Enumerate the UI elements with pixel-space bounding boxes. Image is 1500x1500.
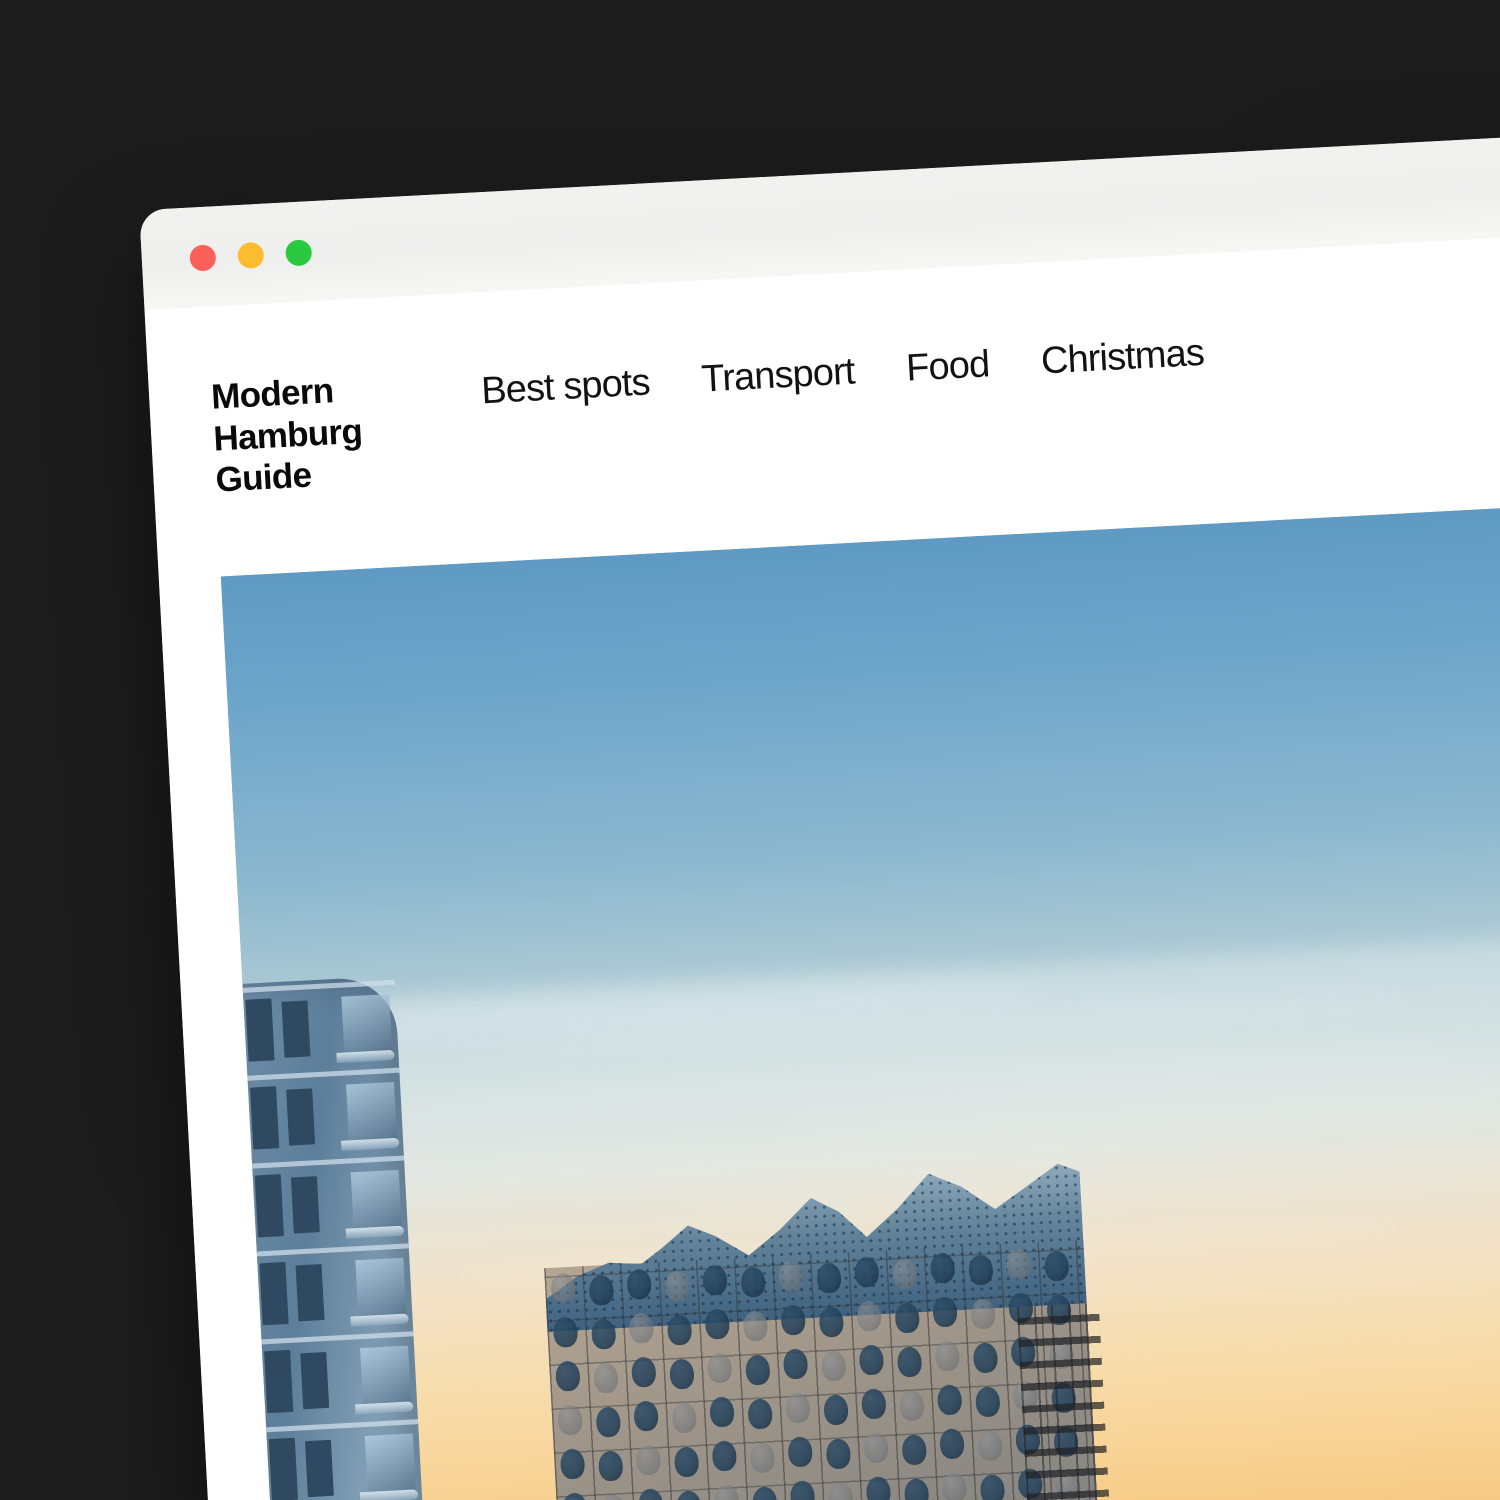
window	[304, 1439, 334, 1498]
floor-band	[248, 1243, 409, 1257]
window	[264, 1349, 294, 1414]
balcony-glass	[341, 994, 393, 1055]
balcony-glass	[355, 1257, 407, 1319]
nav-item-christmas[interactable]: Christmas	[1040, 332, 1205, 384]
balcony-glass	[350, 1169, 402, 1231]
window	[281, 1000, 311, 1058]
page-content: Modern Hamburg Guide Best spots Transpor…	[144, 219, 1500, 1500]
window	[259, 1262, 289, 1326]
building-elbphilharmonie	[539, 1154, 1122, 1500]
balcony-glass	[364, 1433, 416, 1494]
main-navigation: Best spots Transport Food Christmas	[480, 324, 1205, 413]
balcony-rail	[336, 1049, 395, 1063]
minimize-window-button[interactable]	[237, 241, 265, 270]
window	[254, 1174, 284, 1238]
balcony-rail	[341, 1137, 400, 1151]
window	[295, 1264, 325, 1322]
nav-item-food[interactable]: Food	[905, 343, 990, 390]
window	[245, 998, 275, 1062]
screenshot-stage: Modern Hamburg Guide Best spots Transpor…	[0, 0, 1500, 1500]
window	[300, 1351, 330, 1410]
window	[268, 1437, 299, 1500]
window	[290, 1176, 320, 1234]
zoom-window-button[interactable]	[285, 239, 313, 267]
nav-item-best-spots[interactable]: Best spots	[480, 361, 650, 413]
balcony-rail	[345, 1225, 405, 1239]
balcony-rail	[355, 1401, 414, 1415]
window-traffic-lights	[189, 239, 313, 272]
floor-band	[239, 1067, 400, 1082]
hero-image	[220, 493, 1500, 1500]
browser-window: Modern Hamburg Guide Best spots Transpor…	[139, 119, 1500, 1500]
floor-band	[258, 1419, 419, 1433]
site-logo[interactable]: Modern Hamburg Guide	[210, 362, 486, 501]
floor-band	[253, 1331, 414, 1345]
close-window-button[interactable]	[189, 244, 217, 272]
floor-band	[244, 1155, 405, 1170]
window	[286, 1088, 316, 1146]
window	[250, 1086, 280, 1150]
nav-item-transport[interactable]: Transport	[700, 350, 855, 401]
balcony-glass	[360, 1345, 412, 1407]
balcony-rail	[359, 1489, 419, 1500]
balcony-rail	[350, 1313, 409, 1327]
balcony-glass	[346, 1081, 398, 1143]
